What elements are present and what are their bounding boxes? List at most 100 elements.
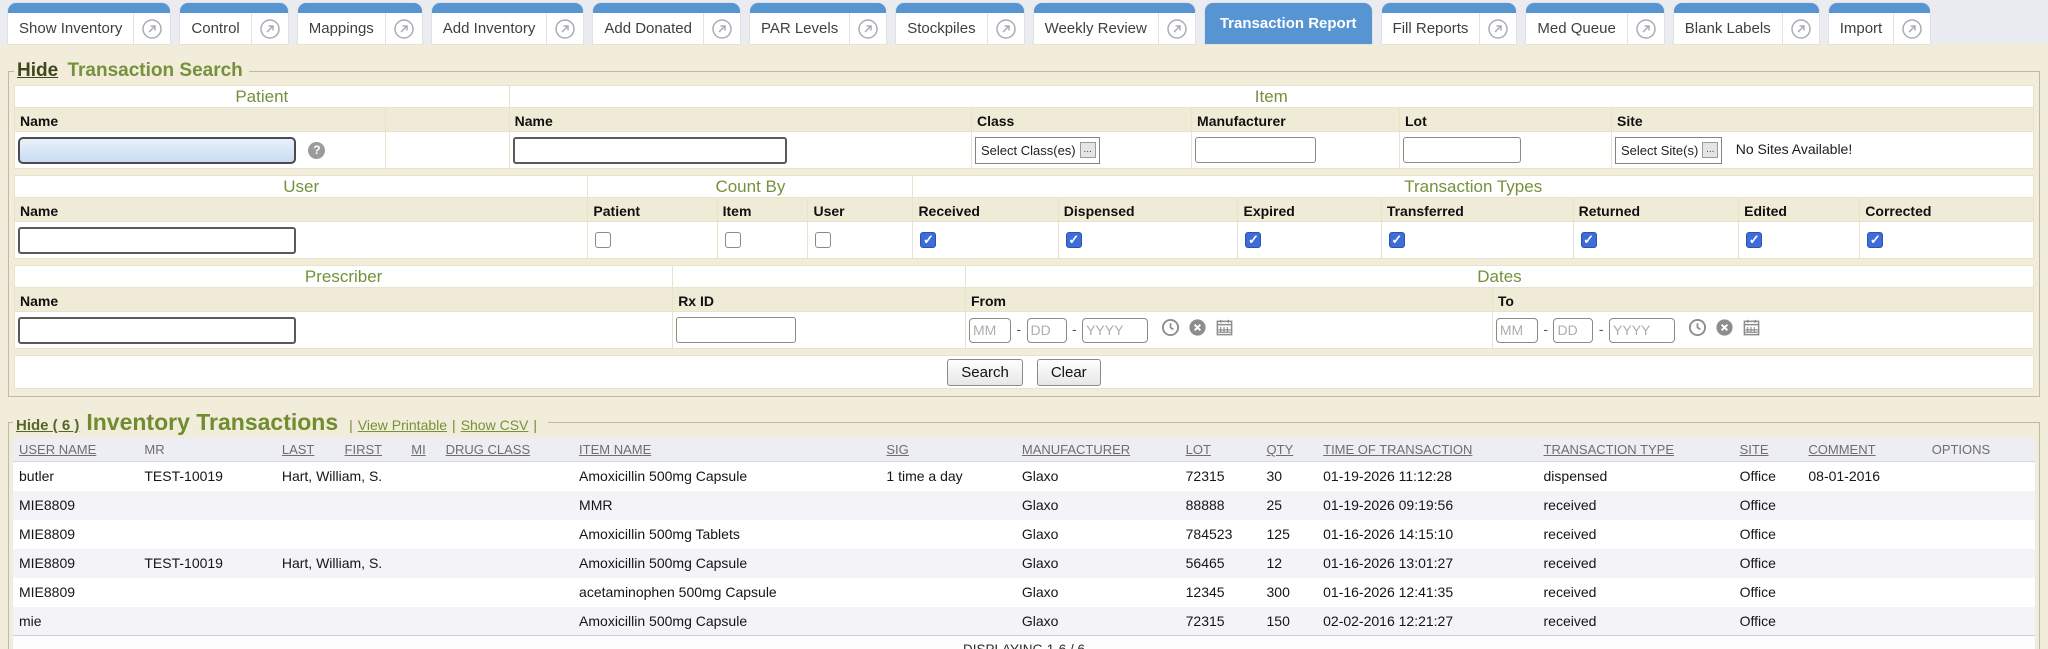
tab-med-queue[interactable]: Med Queue [1526,3,1663,44]
no-sites-message: No Sites Available! [1736,141,1852,157]
to-clear-date-icon[interactable] [1715,318,1734,342]
from-month-input[interactable] [969,318,1011,343]
column-header-lot[interactable]: LOT [1180,438,1261,462]
tab-label: Add Donated [593,20,703,37]
tab-import[interactable]: Import [1829,3,1931,44]
table-row: MIE8809TEST-10019Hart, William, S.Amoxic… [13,549,2035,578]
column-header-qty[interactable]: QTY [1261,438,1318,462]
from-day-input[interactable] [1027,318,1067,343]
open-new-window-icon[interactable] [1479,13,1516,44]
tab-weekly-review[interactable]: Weekly Review [1034,3,1195,44]
type-corrected-checkbox[interactable] [1867,232,1883,248]
cell-name [276,520,440,549]
column-header-manufacturer[interactable]: MANUFACTURER [1016,438,1180,462]
open-new-window-icon[interactable] [703,13,740,44]
transaction-search-panel: Hide Transaction Search Patient Item Nam… [8,60,2040,397]
column-header-item-name[interactable]: ITEM NAME [573,438,880,462]
open-new-window-icon[interactable] [251,13,288,44]
view-printable-link[interactable]: View Printable [358,417,447,433]
column-header-drug-class[interactable]: DRUG CLASS [440,438,573,462]
item-name-input[interactable] [513,137,787,164]
cell-options [1926,491,2035,520]
tab-control[interactable]: Control [180,3,287,44]
count-by-item-checkbox[interactable] [725,232,741,248]
count-by-user-label: User [808,198,913,222]
column-header-site[interactable]: SITE [1734,438,1803,462]
tab-add-donated[interactable]: Add Donated [593,3,740,44]
cell-site: Office [1734,607,1803,636]
count-by-patient-checkbox[interactable] [595,232,611,248]
open-new-window-icon[interactable] [546,13,583,44]
column-header-last[interactable]: LAST [276,438,339,462]
tab-blank-labels[interactable]: Blank Labels [1674,3,1819,44]
patient-name-input[interactable] [18,137,296,164]
cell-name [276,578,440,607]
tab-mappings[interactable]: Mappings [298,3,422,44]
help-icon[interactable]: ? [308,142,325,159]
column-header-first[interactable]: FIRST [339,438,406,462]
to-day-input[interactable] [1553,318,1593,343]
count-by-user-checkbox[interactable] [815,232,831,248]
to-month-input[interactable] [1496,318,1538,343]
show-csv-link[interactable]: Show CSV [461,417,529,433]
hide-results-link[interactable]: Hide ( 6 ) [16,417,79,434]
open-new-window-icon[interactable] [1782,13,1819,44]
cell-manufacturer: Glaxo [1016,520,1180,549]
user-name-input[interactable] [18,227,296,254]
tab-show-inventory[interactable]: Show Inventory [8,3,170,44]
from-year-input[interactable] [1082,318,1148,343]
tab-add-inventory[interactable]: Add Inventory [432,3,584,44]
column-header-comment[interactable]: COMMENT [1802,438,1925,462]
table-row: MIE8809MMRGlaxo888882501-19-2026 09:19:5… [13,491,2035,520]
spacer-cell [386,132,509,169]
site-picker[interactable]: Select Site(s) ... [1615,137,1722,164]
column-header-transaction-type[interactable]: TRANSACTION TYPE [1538,438,1734,462]
column-header-sig[interactable]: SIG [880,438,1015,462]
to-year-input[interactable] [1609,318,1675,343]
type-dispensed-checkbox[interactable] [1066,232,1082,248]
open-new-window-icon[interactable] [385,13,422,44]
type-expired-checkbox[interactable] [1245,232,1261,248]
type-transferred-checkbox[interactable] [1389,232,1405,248]
column-header-user-name[interactable]: USER NAME [13,438,138,462]
from-time-icon[interactable] [1161,318,1180,342]
column-header-time-of-transaction[interactable]: TIME OF TRANSACTION [1317,438,1537,462]
open-new-window-icon[interactable] [1158,13,1195,44]
spacer-cell [673,266,966,288]
class-picker[interactable]: Select Class(es) ... [975,137,1100,164]
from-clear-date-icon[interactable] [1188,318,1207,342]
prescriber-name-input[interactable] [18,317,296,344]
prescriber-name-label: Name [15,288,673,312]
cell-manufacturer: Glaxo [1016,578,1180,607]
tab-fill-reports[interactable]: Fill Reports [1382,3,1517,44]
type-returned-checkbox[interactable] [1581,232,1597,248]
site-picker-ellipsis-button[interactable]: ... [1702,142,1718,158]
tab-stockpiles[interactable]: Stockpiles [896,3,1023,44]
type-edited-checkbox[interactable] [1746,232,1762,248]
inventory-transactions-panel: Hide ( 6 ) Inventory Transactions | View… [8,409,2040,649]
tab-transaction-report[interactable]: Transaction Report [1205,3,1372,44]
type-received-checkbox[interactable] [920,232,936,248]
to-date-label: To [1492,288,2033,312]
class-picker-ellipsis-button[interactable]: ... [1080,142,1096,158]
open-new-window-icon[interactable] [1627,13,1664,44]
type-corrected-label: Corrected [1860,198,2034,222]
from-calendar-icon[interactable] [1215,318,1234,342]
tab-label: Stockpiles [896,20,986,37]
open-new-window-icon[interactable] [987,13,1024,44]
to-time-icon[interactable] [1688,318,1707,342]
column-header-mi[interactable]: MI [405,438,439,462]
open-new-window-icon[interactable] [133,13,170,44]
search-button[interactable]: Search [947,359,1023,386]
tab-par-levels[interactable]: PAR Levels [750,3,886,44]
lot-input[interactable] [1403,137,1521,163]
to-calendar-icon[interactable] [1742,318,1761,342]
cell-qty: 25 [1261,491,1318,520]
hide-search-link[interactable]: Hide [17,60,58,81]
open-new-window-icon[interactable] [1893,13,1930,44]
open-new-window-icon[interactable] [849,13,886,44]
cell-qty: 12 [1261,549,1318,578]
rx-id-input[interactable] [676,317,796,343]
manufacturer-input[interactable] [1195,137,1316,163]
clear-button[interactable]: Clear [1037,359,1101,386]
